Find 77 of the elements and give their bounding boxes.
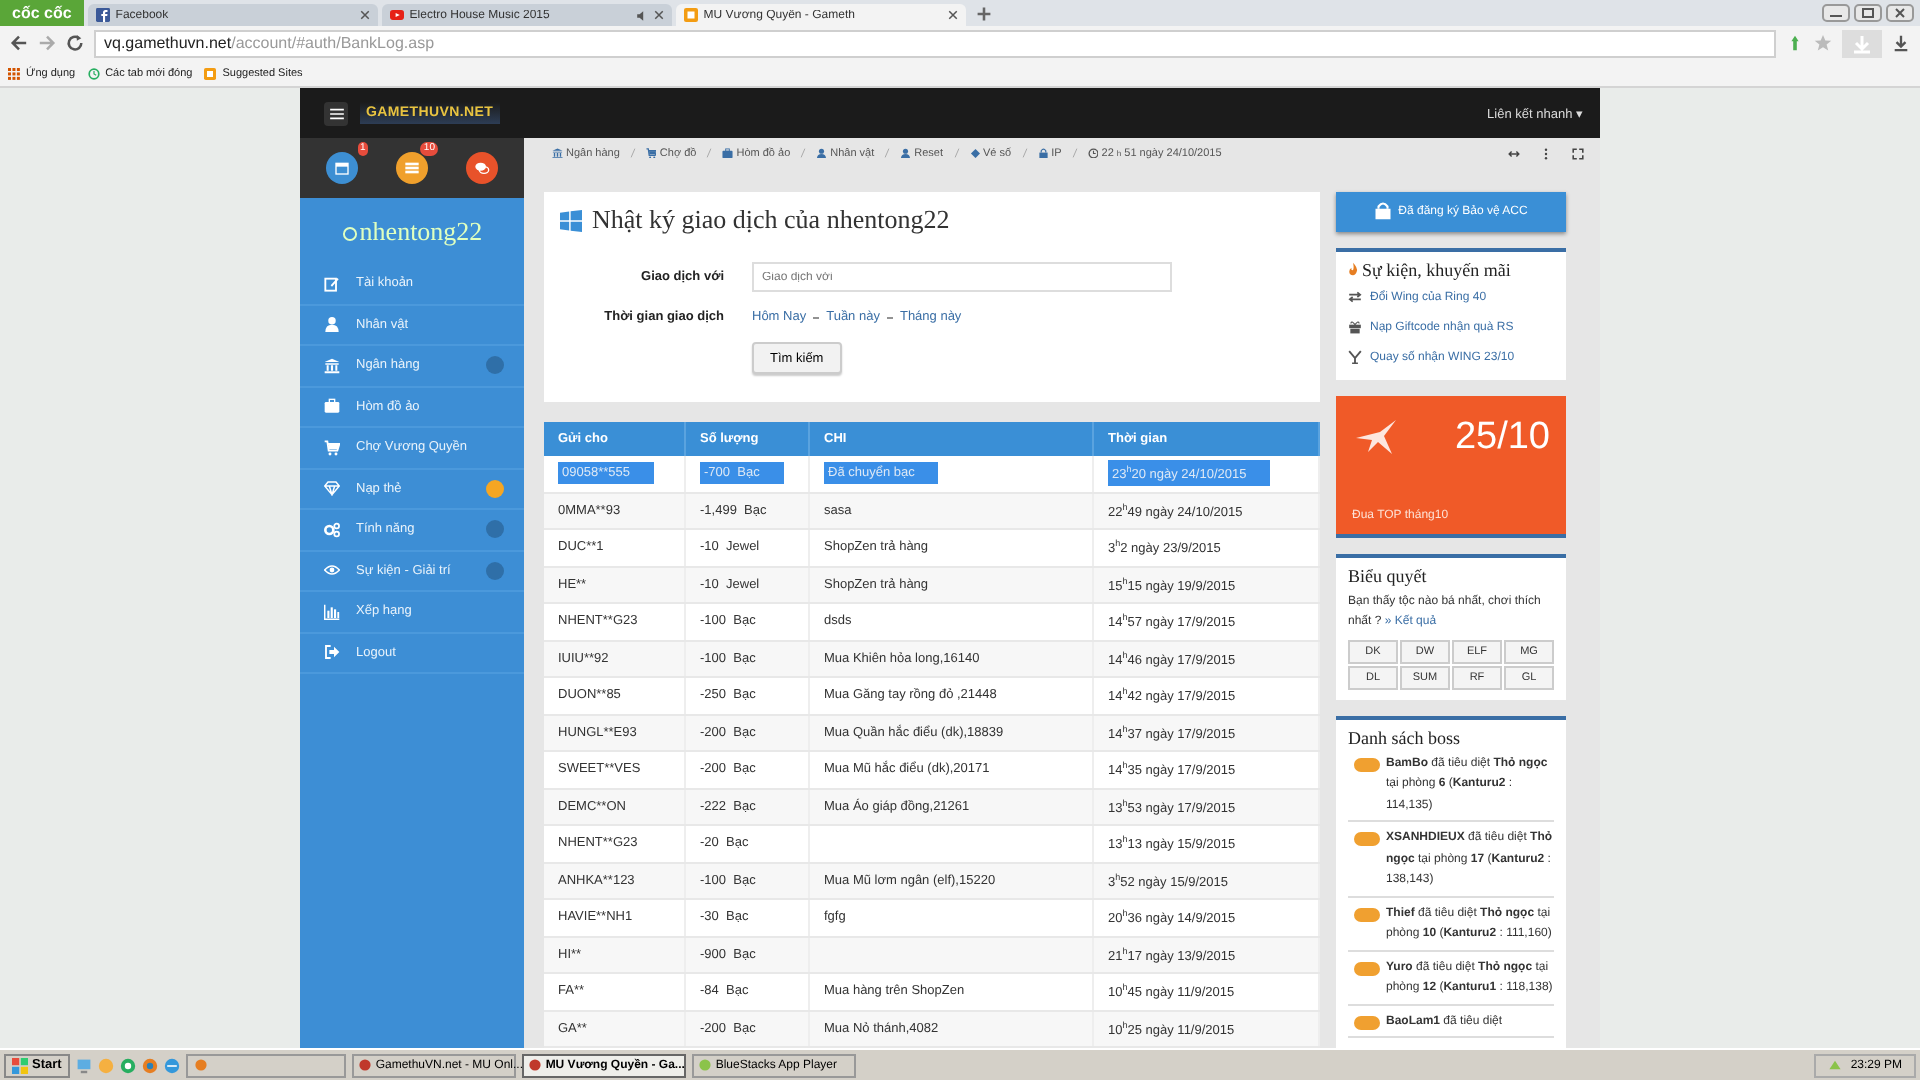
briefcase-icon <box>324 398 340 415</box>
slash-separator-icon <box>953 148 960 158</box>
address-bar[interactable]: vq.gamethuvn.net/account/#auth/BankLog.asp <box>94 29 1776 57</box>
gears-icon <box>324 521 340 538</box>
slash-separator-icon <box>629 148 636 158</box>
lock-icon <box>1374 202 1393 221</box>
bank-icon <box>324 357 340 374</box>
download-icon[interactable] <box>1892 34 1910 52</box>
new-badge <box>486 479 504 498</box>
gift-icon <box>1348 320 1362 335</box>
app-icon <box>193 1058 208 1072</box>
close-icon[interactable] <box>947 10 958 20</box>
section-title: Sự kiện, khuyến mãi <box>1362 259 1511 280</box>
minimize-icon[interactable] <box>1822 4 1850 22</box>
apps-grid-icon <box>8 67 20 79</box>
cart-icon <box>324 439 340 456</box>
app-icon <box>527 1058 542 1072</box>
bar-chart-icon <box>324 603 340 620</box>
site-icon <box>204 67 217 79</box>
calendar-icon <box>334 160 351 176</box>
windows-logo-icon <box>560 209 582 231</box>
slash-separator-icon <box>1021 148 1028 158</box>
eye-icon <box>324 562 340 579</box>
reload-icon[interactable] <box>66 34 84 52</box>
windows-logo-icon <box>12 1057 28 1073</box>
notification-button[interactable] <box>326 152 359 184</box>
close-icon[interactable] <box>359 10 370 20</box>
slash-separator-icon <box>884 148 891 158</box>
briefcase-icon <box>722 147 734 159</box>
dash-separator-icon <box>812 315 821 319</box>
new-tab-icon[interactable] <box>975 6 992 22</box>
slash-separator-icon <box>1071 148 1078 158</box>
more-vertical-icon[interactable] <box>1540 147 1552 159</box>
clock-icon <box>1087 147 1099 159</box>
history-icon <box>87 67 100 79</box>
time-badge <box>1354 907 1380 921</box>
user-icon <box>900 147 912 159</box>
notification-button[interactable] <box>465 152 498 184</box>
back-arrow-icon[interactable] <box>10 34 28 52</box>
facebook-icon <box>95 8 110 22</box>
edit-icon <box>324 275 340 292</box>
maximize-icon[interactable] <box>1854 4 1882 22</box>
app-icon <box>357 1058 372 1072</box>
username: nhentong22 <box>300 198 524 264</box>
menu-icon <box>329 107 343 119</box>
close-icon[interactable] <box>653 10 664 20</box>
slash-separator-icon <box>800 148 807 158</box>
user-icon <box>324 316 340 333</box>
notification-button[interactable] <box>395 152 428 184</box>
bank-icon <box>552 147 563 159</box>
lock-icon <box>1037 147 1049 159</box>
time-badge <box>1354 961 1380 975</box>
page-title: Nhật ký giao dịch của nhentong22 <box>592 204 950 236</box>
dash-separator-icon <box>885 315 894 319</box>
chat-icon <box>473 160 490 176</box>
fullscreen-icon[interactable] <box>1572 147 1584 159</box>
resize-arrows-icon[interactable] <box>1508 147 1520 159</box>
time-badge <box>1354 832 1380 846</box>
star-icon[interactable] <box>1814 34 1832 52</box>
fire-icon <box>1348 262 1358 277</box>
section-title: Danh sách boss <box>1348 727 1462 747</box>
app-icon <box>697 1058 712 1072</box>
ring-icon <box>341 226 358 242</box>
time-badge <box>1354 757 1380 771</box>
video-icon <box>389 8 404 22</box>
diamond-icon <box>324 480 340 497</box>
site-icon <box>683 8 698 22</box>
cart-icon <box>645 147 657 159</box>
close-icon[interactable] <box>1886 4 1914 22</box>
section-title: Biểu quyết <box>1348 566 1429 587</box>
time-badge <box>1354 1015 1380 1029</box>
slash-separator-icon <box>706 148 713 158</box>
menu-button[interactable] <box>324 101 348 125</box>
exchange-icon <box>1348 290 1362 305</box>
user-icon <box>816 147 828 159</box>
logout-icon <box>324 644 340 661</box>
list-icon <box>403 160 420 176</box>
